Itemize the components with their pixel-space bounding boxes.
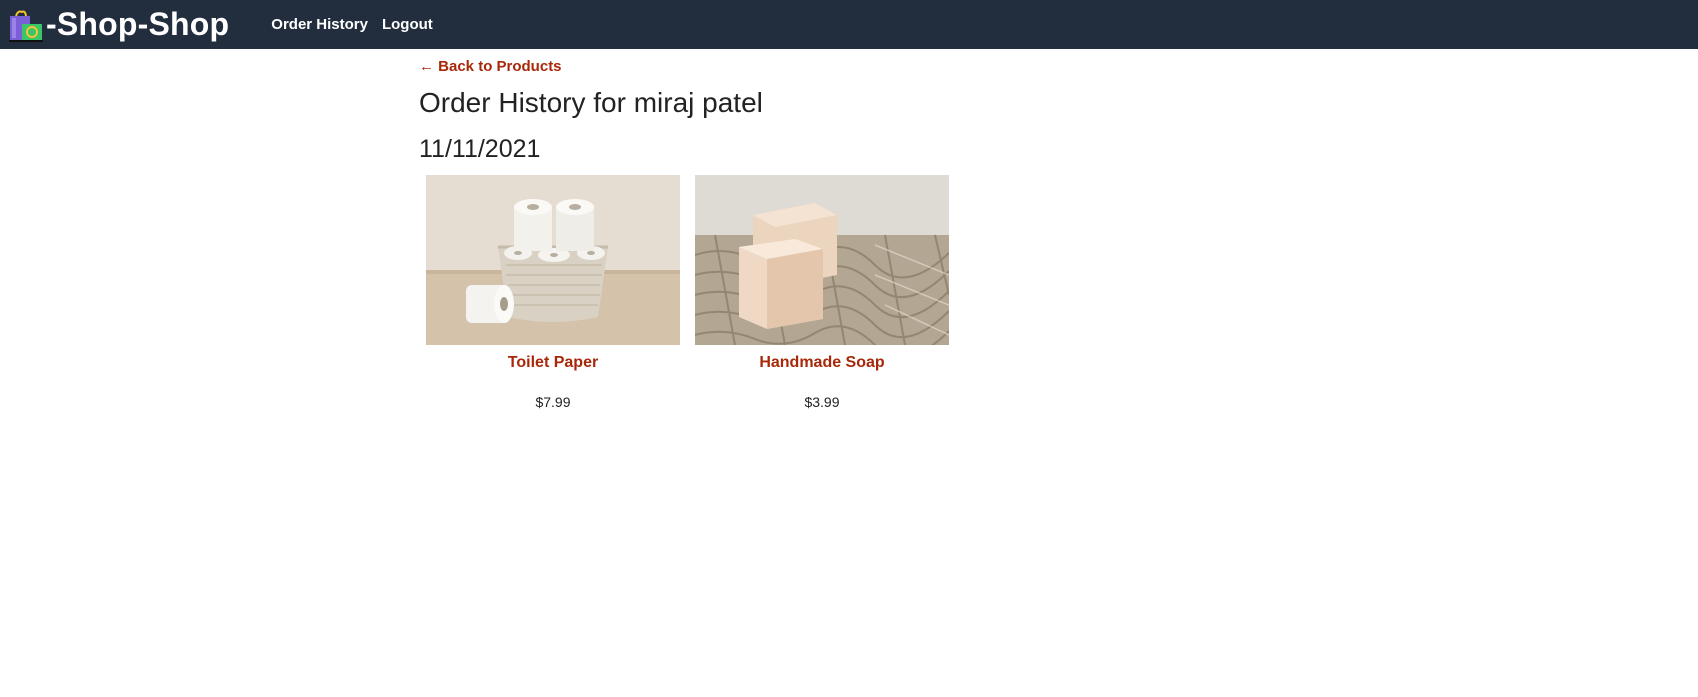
order-item: Toilet Paper $7.99 — [426, 175, 680, 410]
main-content: ← Back to Products Order History for mir… — [419, 56, 979, 410]
back-to-products-link[interactable]: ← Back to Products — [419, 58, 562, 75]
nav-links: Order History Logout — [271, 16, 433, 33]
order-date: 11/11/2021 — [419, 135, 541, 163]
item-name[interactable]: Toilet Paper — [426, 354, 680, 372]
brand[interactable]: -Shop-Shop — [8, 0, 229, 49]
order-item: Handmade Soap $3.99 — [695, 175, 949, 410]
item-price: $7.99 — [535, 394, 571, 410]
item-name[interactable]: Handmade Soap — [695, 354, 949, 372]
shopping-bags-icon — [8, 6, 44, 43]
toilet-paper-image[interactable] — [426, 175, 680, 345]
handmade-soap-image[interactable] — [695, 175, 949, 345]
nav-order-history[interactable]: Order History — [271, 16, 368, 33]
brand-title: -Shop-Shop — [46, 6, 230, 42]
navbar: -Shop-Shop Order History Logout — [0, 0, 1698, 49]
item-price: $3.99 — [804, 394, 840, 410]
nav-logout[interactable]: Logout — [382, 16, 433, 33]
order-items: Toilet Paper $7.99 Handmade Soap $3.99 — [426, 175, 979, 410]
page-title: Order History for miraj patel — [419, 87, 763, 118]
